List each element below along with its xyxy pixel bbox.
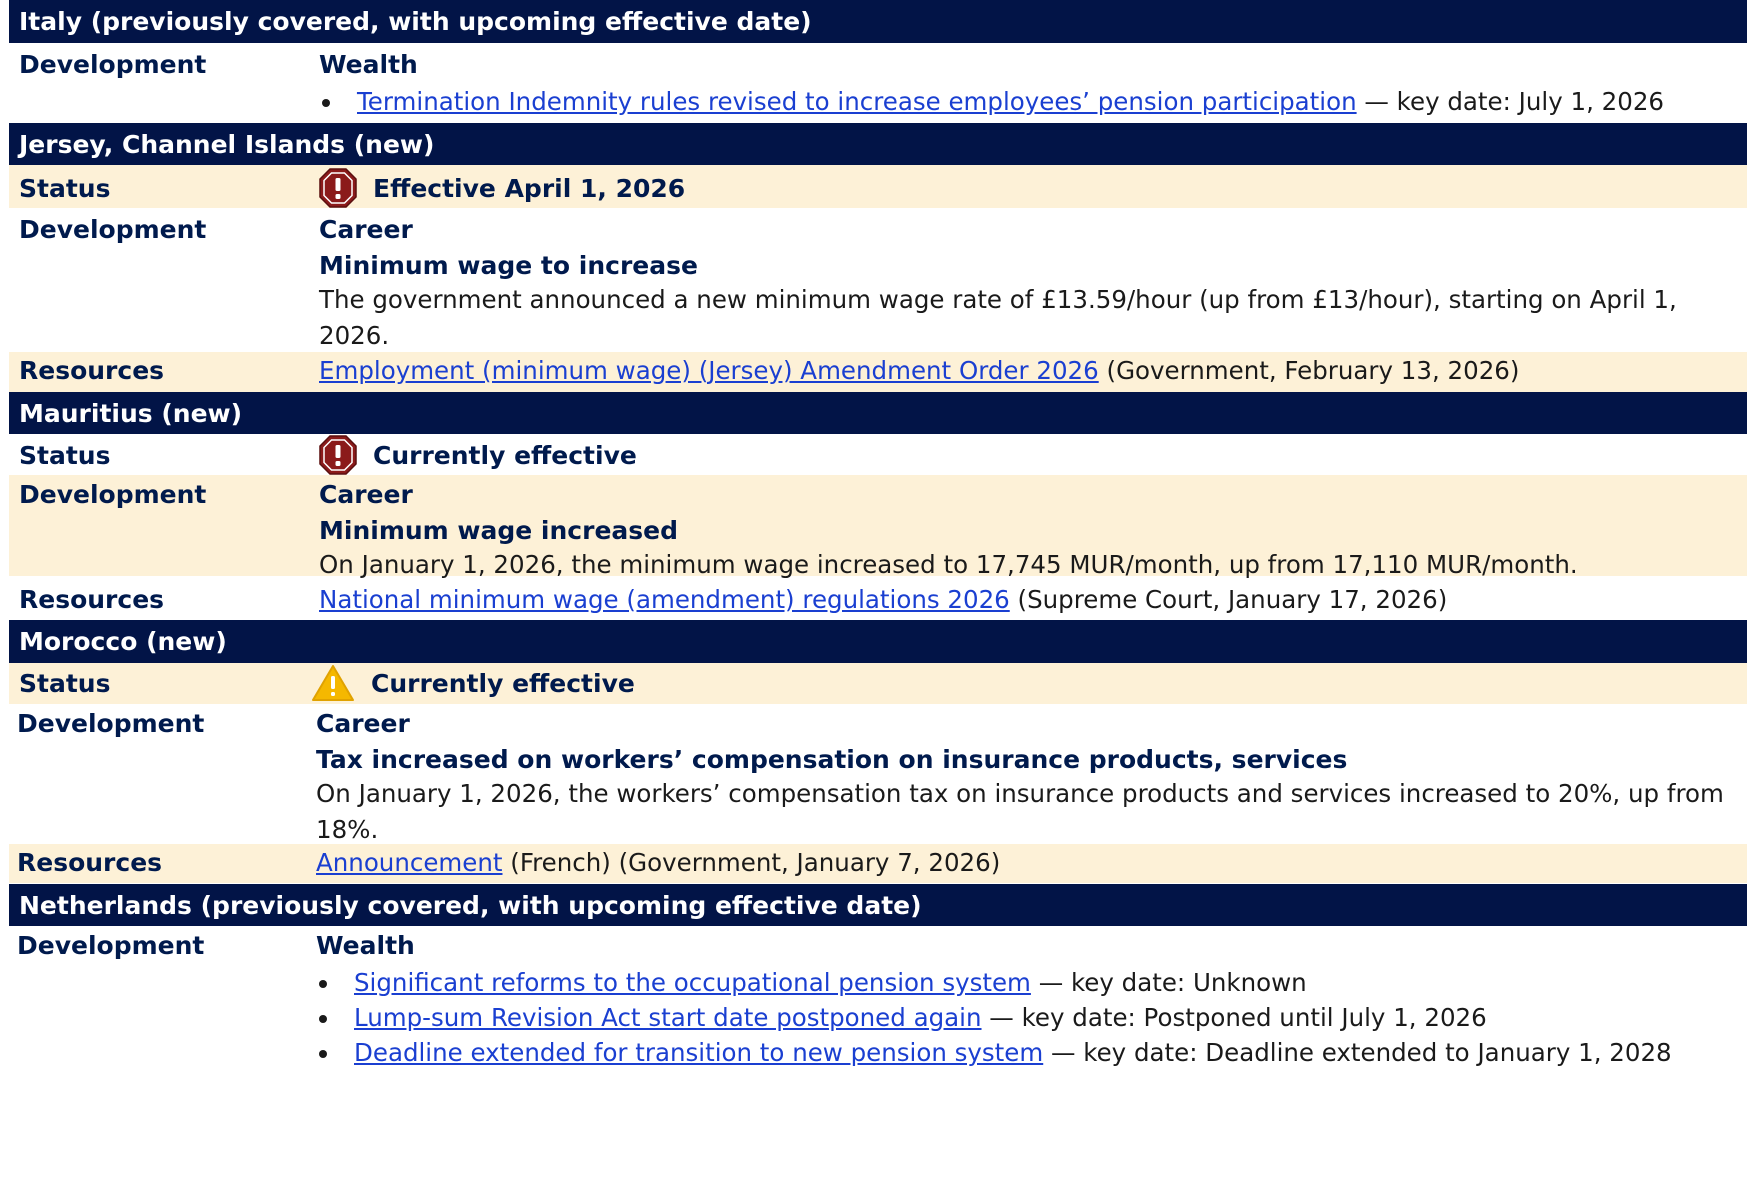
morocco-resources: Announcement (French) (Government, Janua… [316,847,1733,879]
resource-link[interactable]: National minimum wage (amendment) regula… [319,585,1010,614]
netherlands-development: Wealth Significant reforms to the occupa… [316,930,1733,1070]
jersey-status: Effective April 1, 2026 [319,168,1733,208]
resource-link[interactable]: Employment (minimum wage) (Jersey) Amend… [319,356,1099,385]
section-title: Netherlands (previously covered, with up… [19,890,922,920]
development-label: Development [19,50,207,79]
development-label: Development [19,480,207,509]
status-text: Currently effective [371,668,635,698]
section-header-italy: Italy (previously covered, with upcoming… [9,0,1747,43]
development-body: On January 1, 2026, the minimum wage inc… [319,550,1578,579]
resource-source: (Supreme Court, January 17, 2026) [1009,585,1448,614]
development-label: Development [17,931,205,960]
status-label: Status [19,441,111,470]
key-date-list: Termination Indemnity rules revised to i… [319,84,1733,119]
category-label: Wealth [316,931,415,960]
status-text: Effective April 1, 2026 [373,173,686,203]
development-title: Minimum wage increased [319,516,679,545]
resources-label: Resources [19,356,165,385]
status-label: Status [19,174,111,203]
article-link[interactable]: Deadline extended for transition to new … [354,1038,1043,1067]
key-date-text: — key date: July 1, 2026 [1356,87,1665,116]
development-title: Minimum wage to increase [319,251,698,280]
section-title: Morocco (new) [19,627,227,656]
mauritius-resources: National minimum wage (amendment) regula… [319,584,1733,616]
section-title: Italy (previously covered, with upcoming… [19,7,812,36]
section-header-netherlands: Netherlands (previously covered, with up… [9,884,1747,926]
jersey-resources: Employment (minimum wage) (Jersey) Amend… [319,355,1733,387]
key-date-text: — key date: Deadline extended to January… [1043,1038,1672,1067]
category-label: Career [319,480,413,509]
jersey-development: Career Minimum wage to increase The gove… [319,214,1733,354]
status-text: Currently effective [373,440,637,470]
resources-label: Resources [19,585,165,614]
category-label: Career [319,215,413,244]
list-item: Lump-sum Revision Act start date postpon… [316,1000,1733,1035]
section-header-mauritius: Mauritius (new) [9,392,1747,434]
mauritius-development: Career Minimum wage increased On January… [319,479,1733,583]
article-link[interactable]: Termination Indemnity rules revised to i… [357,87,1357,116]
section-title: Mauritius (new) [19,398,243,428]
development-body: On January 1, 2026, the workers’ compens… [316,779,1724,844]
italy-development: Wealth Termination Indemnity rules revis… [319,49,1733,119]
key-date-text: — key date: Unknown [1030,968,1307,997]
section-title: Jersey, Channel Islands (new) [19,129,435,159]
stop-alert-icon [319,435,357,475]
list-item: Significant reforms to the occupational … [316,965,1733,1000]
country-updates-document: Italy (previously covered, with upcoming… [0,0,1747,1182]
development-label: Development [17,709,205,738]
category-label: Wealth [319,50,418,79]
development-title: Tax increased on workers’ compensation o… [316,745,1348,774]
key-date-list: Significant reforms to the occupational … [316,965,1733,1070]
status-label: Status [19,669,111,698]
list-item: Termination Indemnity rules revised to i… [319,84,1733,119]
mauritius-status: Currently effective [319,435,1733,475]
article-link[interactable]: Lump-sum Revision Act start date postpon… [354,1003,982,1032]
morocco-development: Career Tax increased on workers’ compens… [316,708,1733,848]
section-header-morocco: Morocco (new) [9,620,1747,663]
development-label: Development [19,215,207,244]
key-date-text: — key date: Postponed until July 1, 2026 [981,1003,1487,1032]
resource-link[interactable]: Announcement [316,848,502,877]
resources-label: Resources [17,848,163,877]
article-link[interactable]: Significant reforms to the occupational … [354,968,1031,997]
list-item: Deadline extended for transition to new … [316,1035,1733,1070]
category-label: Career [316,709,410,738]
stop-alert-icon [319,168,357,208]
section-header-jersey: Jersey, Channel Islands (new) [9,123,1747,165]
resource-source: (Government, February 13, 2026) [1098,356,1520,385]
resource-source: (French) (Government, January 7, 2026) [502,848,1001,877]
development-body: The government announced a new minimum w… [319,285,1677,350]
warning-icon [311,664,355,702]
morocco-status: Currently effective [311,664,1733,702]
